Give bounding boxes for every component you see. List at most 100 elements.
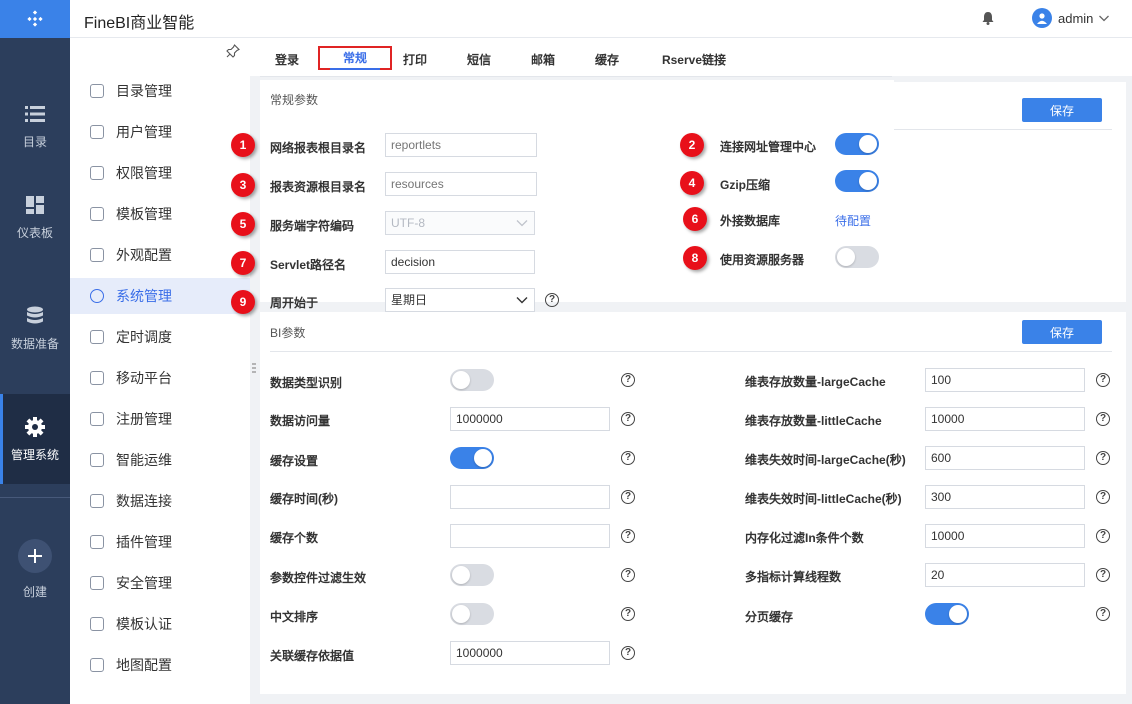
chevron-down-icon: [516, 297, 528, 304]
dim-large-cache-input[interactable]: [925, 368, 1085, 392]
tab-login[interactable]: 登录: [268, 48, 306, 72]
username[interactable]: admin: [1058, 11, 1093, 26]
list-icon: [25, 105, 45, 122]
sidebar-item-appearance[interactable]: 外观配置: [70, 237, 250, 273]
drag-handle-icon[interactable]: [252, 362, 256, 376]
nav-management[interactable]: 管理系统: [0, 394, 70, 484]
general-save-button[interactable]: 保存: [1022, 98, 1102, 122]
tab-email[interactable]: 邮箱: [524, 48, 562, 72]
external-db-config-link[interactable]: 待配置: [835, 212, 871, 229]
help-icon[interactable]: ?: [621, 373, 635, 387]
gear-icon: [90, 289, 104, 303]
help-icon[interactable]: ?: [621, 451, 635, 465]
help-icon[interactable]: ?: [621, 412, 635, 426]
help-icon[interactable]: ?: [1096, 568, 1110, 582]
help-icon[interactable]: ?: [621, 529, 635, 543]
link-icon: [90, 494, 104, 508]
logo-icon[interactable]: [0, 0, 70, 38]
sidebar-item-label: 定时调度: [116, 329, 172, 345]
report-root-input[interactable]: [385, 133, 537, 157]
bell-icon[interactable]: [982, 11, 994, 25]
chevron-down-icon[interactable]: [1098, 12, 1110, 24]
param-filter-toggle[interactable]: [450, 564, 494, 586]
page-cache-label: 分页缓存: [745, 610, 794, 624]
param-filter-label: 参数控件过滤生效: [270, 571, 367, 585]
resource-server-toggle[interactable]: [835, 246, 879, 268]
sidebar-item-schedule[interactable]: 定时调度: [70, 319, 250, 355]
sidebar-item-label: 移动平台: [116, 370, 172, 386]
cache-time-input[interactable]: [450, 485, 610, 509]
page-cache-toggle[interactable]: [925, 603, 969, 625]
thread-count-input[interactable]: [925, 563, 1085, 587]
in-filter-count-input[interactable]: [925, 524, 1085, 548]
sidebar-item-ops[interactable]: 智能运维: [70, 442, 250, 478]
charset-select[interactable]: UTF-8: [385, 211, 535, 235]
help-icon[interactable]: ?: [1096, 451, 1110, 465]
template-icon: [90, 207, 104, 221]
data-type-detect-toggle[interactable]: [450, 369, 494, 391]
chinese-sort-toggle[interactable]: [450, 603, 494, 625]
avatar[interactable]: [1032, 8, 1052, 28]
sidebar-item-label: 安全管理: [116, 575, 172, 591]
nav-data-prep[interactable]: 数据准备: [0, 283, 70, 373]
sidebar-item-security[interactable]: 安全管理: [70, 565, 250, 601]
sidebar-item-plugins[interactable]: 插件管理: [70, 524, 250, 560]
sidebar-item-templates[interactable]: 模板管理: [70, 196, 250, 232]
data-access-input[interactable]: [450, 407, 610, 431]
sidebar-item-label: 模板管理: [116, 206, 172, 222]
gzip-toggle[interactable]: [835, 170, 879, 192]
tab-general[interactable]: 常规: [318, 46, 392, 70]
nav-create[interactable]: 创建: [0, 524, 70, 614]
cache-count-input[interactable]: [450, 524, 610, 548]
catalog-icon: [90, 84, 104, 98]
cache-setting-toggle[interactable]: [450, 447, 494, 469]
connect-center-toggle[interactable]: [835, 133, 879, 155]
sidebar-item-permissions[interactable]: 权限管理: [70, 155, 250, 191]
tab-cache[interactable]: 缓存: [588, 48, 626, 72]
tab-rserve[interactable]: Rserve链接: [654, 48, 734, 72]
sidebar-item-connections[interactable]: 数据连接: [70, 483, 250, 519]
resource-root-label: 报表资源根目录名: [270, 180, 367, 194]
week-start-label: 周开始于: [270, 296, 319, 310]
resource-root-input[interactable]: [385, 172, 537, 196]
relation-cache-input[interactable]: [450, 641, 610, 665]
help-icon[interactable]: ?: [1096, 607, 1110, 621]
help-icon[interactable]: ?: [1096, 490, 1110, 504]
help-icon[interactable]: ?: [545, 293, 559, 307]
sidebar-item-template-auth[interactable]: 模板认证: [70, 606, 250, 642]
sidebar-item-map[interactable]: 地图配置: [70, 647, 250, 683]
week-start-select[interactable]: 星期日: [385, 288, 535, 312]
dim-little-cache-input[interactable]: [925, 407, 1085, 431]
tab-print[interactable]: 打印: [396, 48, 434, 72]
chevron-down-icon: [516, 220, 528, 227]
sidebar-item-users[interactable]: 用户管理: [70, 114, 250, 150]
dim-little-expire-input[interactable]: [925, 485, 1085, 509]
help-icon[interactable]: ?: [621, 607, 635, 621]
sidebar-item-catalog[interactable]: 目录管理: [70, 73, 250, 109]
sidebar-item-system[interactable]: 系统管理: [70, 278, 250, 314]
help-icon[interactable]: ?: [621, 568, 635, 582]
sidebar-item-label: 地图配置: [116, 657, 172, 673]
tab-sms[interactable]: 短信: [460, 48, 498, 72]
dim-large-expire-label: 维表失效时间-largeCache(秒): [745, 453, 906, 467]
report-root-label: 网络报表根目录名: [270, 141, 367, 155]
dim-large-expire-input[interactable]: [925, 446, 1085, 470]
help-icon[interactable]: ?: [1096, 529, 1110, 543]
nav-catalog[interactable]: 目录: [0, 81, 70, 171]
gzip-label: Gzip压缩: [720, 178, 770, 192]
nav-data-prep-label: 数据准备: [10, 336, 59, 351]
pin-icon[interactable]: [226, 44, 240, 58]
nav-dashboard[interactable]: 仪表板: [0, 172, 70, 262]
help-icon[interactable]: ?: [621, 490, 635, 504]
help-icon[interactable]: ?: [1096, 412, 1110, 426]
help-icon[interactable]: ?: [621, 646, 635, 660]
sidebar-item-registration[interactable]: 注册管理: [70, 401, 250, 437]
bi-save-button[interactable]: 保存: [1022, 320, 1102, 344]
help-icon[interactable]: ?: [1096, 373, 1110, 387]
sidebar-item-label: 用户管理: [116, 124, 172, 140]
sidebar-item-mobile[interactable]: 移动平台: [70, 360, 250, 396]
clock-icon: [90, 330, 104, 344]
servlet-input[interactable]: [385, 250, 535, 274]
paint-icon: [90, 248, 104, 262]
left-nav: 目录 仪表板 数据准备 管理系统 创建: [0, 0, 70, 704]
